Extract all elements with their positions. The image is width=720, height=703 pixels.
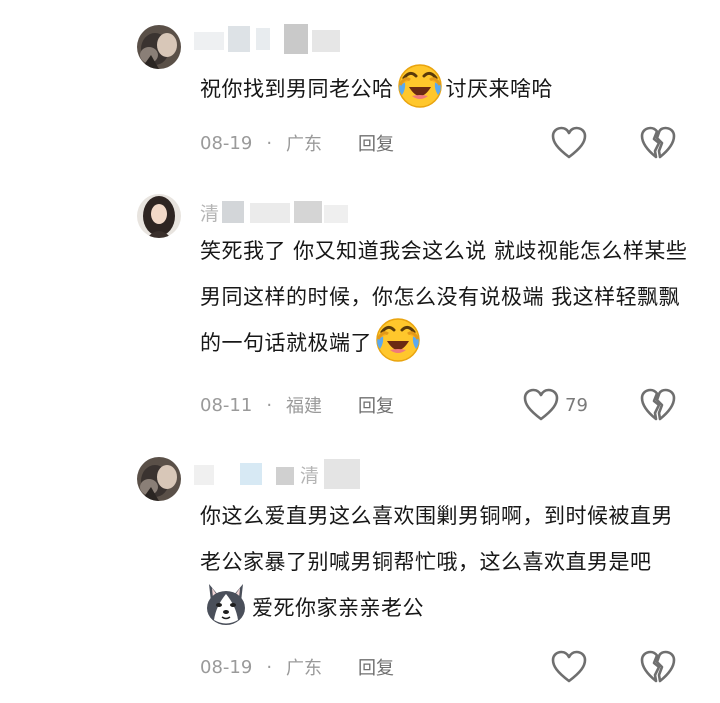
like-button[interactable]: 79: [523, 388, 588, 422]
husky-dog-emoji-icon: [202, 580, 250, 628]
reply-button[interactable]: 回复: [358, 654, 394, 680]
comment-text-part: 你这么爱直男这么喜欢围剿男铜啊，到时候被直男老公家暴了别喊男铜帮忙哦，这么喜欢直…: [200, 504, 673, 574]
username-blurred[interactable]: 清: [194, 197, 354, 227]
comment-text-part: 祝你找到男同老公哈: [200, 77, 394, 101]
laughing-crying-emoji-icon: [374, 315, 422, 363]
dislike-button[interactable]: [640, 650, 676, 688]
reply-button[interactable]: 回复: [358, 392, 394, 418]
heart-icon: [551, 126, 587, 159]
comment-meta: 08-19 · 广东 回复: [200, 128, 394, 158]
separator-dot: ·: [266, 394, 273, 416]
comment-date: 08-19: [200, 656, 253, 678]
like-button[interactable]: [551, 650, 593, 684]
comment-location: 广东: [286, 134, 323, 155]
heart-icon: [523, 388, 559, 421]
comment-item: 清 笑死我了 你又知道我会这么说 就歧视能怎么样某些男同这样的时候，你怎么没有说…: [0, 180, 720, 445]
comment-text-part: 爱死你家亲亲老公: [252, 596, 424, 620]
laughing-crying-emoji-icon: [396, 61, 444, 109]
comment-item: 清 你这么爱直男这么喜欢围剿男铜啊，到时候被直男老公家暴了别喊男铜帮忙哦，这么喜…: [0, 445, 720, 703]
separator-dot: ·: [266, 132, 273, 154]
broken-heart-icon: [640, 650, 676, 683]
comment-text: 你这么爱直男这么喜欢围剿男铜啊，到时候被直男老公家暴了别喊男铜帮忙哦，这么喜欢直…: [200, 493, 690, 631]
like-count: 79: [565, 394, 588, 416]
comment-item: 祝你找到男同老公哈 讨厌来啥哈 08-19 · 广东 回复: [0, 0, 720, 180]
comment-text-part: 笑死我了 你又知道我会这么说 就歧视能怎么样某些男同这样的时候，你怎么没有说极端…: [200, 239, 688, 355]
comment-location: 福建: [286, 396, 323, 417]
like-button[interactable]: [551, 126, 593, 160]
separator-dot: ·: [266, 656, 273, 678]
avatar[interactable]: [137, 457, 181, 501]
heart-icon: [551, 650, 587, 683]
comment-text: 笑死我了 你又知道我会这么说 就歧视能怎么样某些男同这样的时候，你怎么没有说极端…: [200, 228, 690, 366]
broken-heart-icon: [640, 126, 676, 159]
username-visible: 清: [300, 465, 320, 487]
comment-text: 祝你找到男同老公哈 讨厌来啥哈: [200, 64, 690, 112]
comment-text-part: 讨厌来啥哈: [445, 77, 553, 101]
avatar[interactable]: [137, 194, 181, 238]
comment-meta: 08-11 · 福建 回复: [200, 390, 394, 420]
dislike-button[interactable]: [640, 126, 676, 164]
username-blurred[interactable]: [194, 24, 344, 54]
broken-heart-icon: [640, 388, 676, 421]
username-blurred[interactable]: 清: [194, 459, 364, 489]
comment-location: 广东: [286, 658, 323, 679]
dislike-button[interactable]: [640, 388, 676, 426]
reply-button[interactable]: 回复: [358, 130, 394, 156]
comment-date: 08-19: [200, 132, 253, 154]
avatar[interactable]: [137, 25, 181, 69]
username-visible: 清: [200, 203, 220, 225]
comment-meta: 08-19 · 广东 回复: [200, 652, 394, 682]
comment-date: 08-11: [200, 394, 253, 416]
